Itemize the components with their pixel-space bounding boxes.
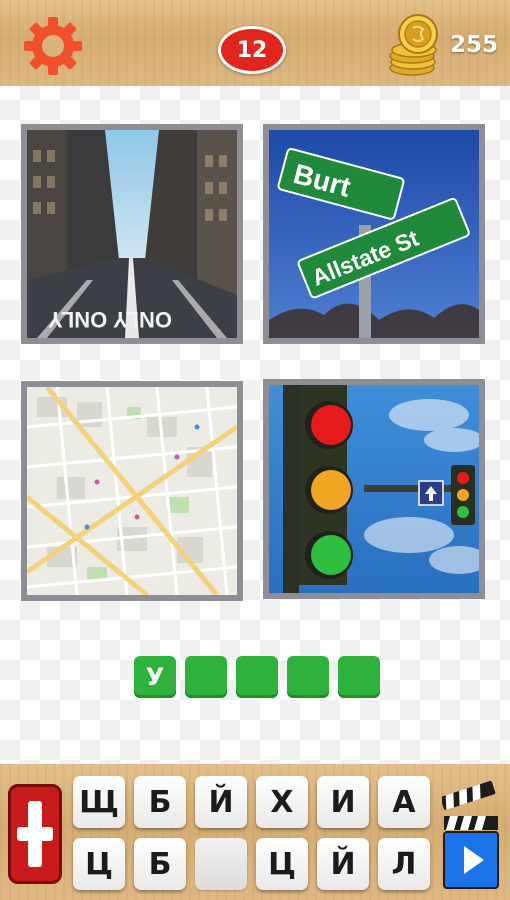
answer-slots: У: [134, 656, 380, 698]
answer-slot-1[interactable]: У: [134, 656, 176, 698]
picture-traffic-lights[interactable]: [263, 379, 485, 599]
letter-tile-r1-4[interactable]: Х: [256, 776, 308, 828]
street-signs-image: Burt Allstate St: [269, 130, 479, 338]
answer-slot-2[interactable]: [185, 656, 227, 698]
settings-gear-icon[interactable]: [22, 15, 84, 77]
letter-tile-r1-5[interactable]: И: [317, 776, 369, 828]
letter-tile-r1-1[interactable]: Щ: [73, 776, 125, 828]
letter-tile-r1-3[interactable]: Й: [195, 776, 247, 828]
level-badge: 12: [218, 26, 286, 74]
answer-slot-5[interactable]: [338, 656, 380, 698]
coin-stack-icon[interactable]: [386, 12, 442, 78]
picture-city-street[interactable]: ONLY ONLY: [21, 124, 243, 344]
letter-tile-r1-2[interactable]: Б: [134, 776, 186, 828]
letter-tile-r2-2[interactable]: Б: [134, 838, 186, 890]
picture-street-signs[interactable]: Burt Allstate St: [263, 124, 485, 344]
coin-count: 255: [450, 32, 499, 58]
hint-plus-button[interactable]: [8, 784, 62, 884]
answer-slot-4[interactable]: [287, 656, 329, 698]
top-bar: 12 255: [0, 0, 510, 86]
answer-slot-3[interactable]: [236, 656, 278, 698]
road-marking-text: ONLY ONLY: [48, 307, 172, 332]
letter-tile-r1-6[interactable]: А: [378, 776, 430, 828]
city-map-image: [27, 387, 237, 595]
picture-city-map[interactable]: [21, 381, 243, 601]
clapperboard-play-icon[interactable]: [440, 778, 500, 890]
letter-board: Щ Б Й Х И А Ц Б Ц Й Л: [0, 764, 510, 900]
traffic-lights-image: [269, 385, 479, 593]
letter-tile-r2-5[interactable]: Й: [317, 838, 369, 890]
letter-tile-r2-1[interactable]: Ц: [73, 838, 125, 890]
letter-tile-r2-4[interactable]: Ц: [256, 838, 308, 890]
letter-tile-r2-6[interactable]: Л: [378, 838, 430, 890]
city-street-image: ONLY ONLY: [27, 130, 237, 338]
letter-tile-r2-3-used[interactable]: [195, 838, 247, 890]
